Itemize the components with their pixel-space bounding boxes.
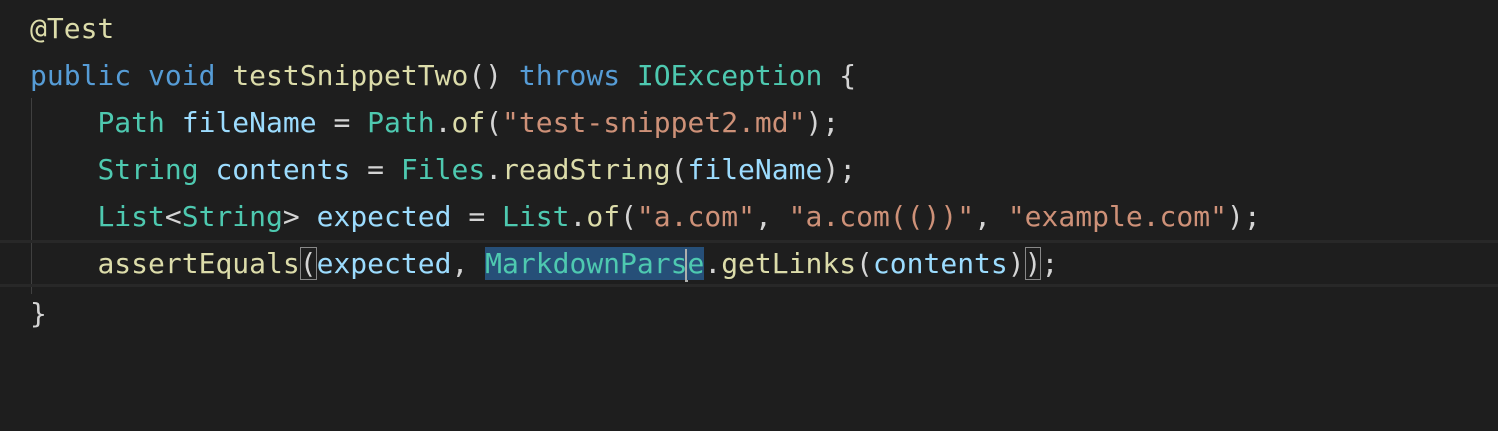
paren-token: );	[1226, 200, 1261, 233]
semicolon-token: ;	[1041, 247, 1059, 280]
code-editor[interactable]: @Test public void testSnippetTwo() throw…	[0, 0, 1498, 415]
text-selection-tail[interactable]: e	[687, 247, 705, 280]
angle-bracket-token: >	[282, 200, 317, 233]
type-token: Files	[400, 153, 486, 186]
method-call-token: getLinks	[721, 247, 857, 280]
brace-token: }	[30, 297, 47, 330]
operator-token: =	[451, 200, 503, 233]
variable-token: contents	[215, 153, 351, 186]
matching-bracket-close: )	[1024, 247, 1042, 280]
method-call-token: of	[586, 200, 621, 233]
keyword-token: void	[148, 59, 216, 92]
code-line-4[interactable]: String contents = Files.readString(fileN…	[0, 146, 1498, 193]
matching-bracket-open: (	[299, 247, 317, 280]
type-token: IOException	[636, 59, 823, 92]
paren-token: (	[670, 153, 688, 186]
code-line-6-current[interactable]: assertEquals(expected, MarkdownParse.get…	[0, 240, 1498, 287]
method-name-token: testSnippetTwo	[232, 59, 469, 92]
type-token: List	[502, 200, 570, 233]
paren-token: (	[620, 200, 637, 233]
string-token: "a.com"	[636, 200, 755, 233]
string-token: "a.com(())"	[788, 200, 975, 233]
method-call-token: of	[451, 106, 486, 139]
code-line-3[interactable]: Path fileName = Path.of("test-snippet2.m…	[0, 99, 1498, 146]
paren-token: ()	[468, 59, 503, 92]
type-token: Path	[367, 106, 435, 139]
method-call-token: assertEquals	[97, 247, 300, 280]
annotation-token: @Test	[30, 12, 115, 45]
method-call-token: readString	[502, 153, 671, 186]
comma-token: ,	[451, 247, 486, 280]
type-token: String	[97, 153, 199, 186]
comma-token: ,	[754, 200, 789, 233]
paren-token: )	[1007, 247, 1025, 280]
keyword-token: throws	[518, 59, 621, 92]
comma-token: ,	[974, 200, 1008, 233]
angle-bracket-token: <	[164, 200, 182, 233]
dot-token: .	[569, 200, 587, 233]
paren-token: (	[856, 247, 873, 280]
type-token: String	[181, 200, 283, 233]
operator-token: =	[316, 106, 368, 139]
paren-token: );	[805, 106, 840, 139]
dot-token: .	[704, 247, 722, 280]
variable-token: contents	[872, 247, 1008, 280]
dot-token: .	[485, 153, 503, 186]
code-line-7[interactable]: }	[0, 290, 1498, 337]
dot-token: .	[434, 106, 452, 139]
variable-token: expected	[316, 200, 452, 233]
variable-token: expected	[316, 247, 452, 280]
brace-token: {	[822, 59, 857, 92]
variable-token: fileName	[181, 106, 317, 139]
paren-token: );	[822, 153, 857, 186]
type-token: Path	[97, 106, 165, 139]
code-line-2[interactable]: public void testSnippetTwo() throws IOEx…	[0, 52, 1498, 99]
variable-token: fileName	[687, 153, 823, 186]
code-line-5[interactable]: List<String> expected = List.of("a.com",…	[0, 193, 1498, 240]
text-selection[interactable]: MarkdownPars	[485, 247, 688, 280]
operator-token: =	[350, 153, 401, 186]
type-token: List	[97, 200, 165, 233]
paren-token: (	[485, 106, 503, 139]
keyword-token: public	[30, 59, 132, 92]
string-token: "example.com"	[1007, 200, 1227, 233]
string-token: "test-snippet2.md"	[502, 106, 806, 139]
code-line-1[interactable]: @Test	[0, 5, 1498, 52]
